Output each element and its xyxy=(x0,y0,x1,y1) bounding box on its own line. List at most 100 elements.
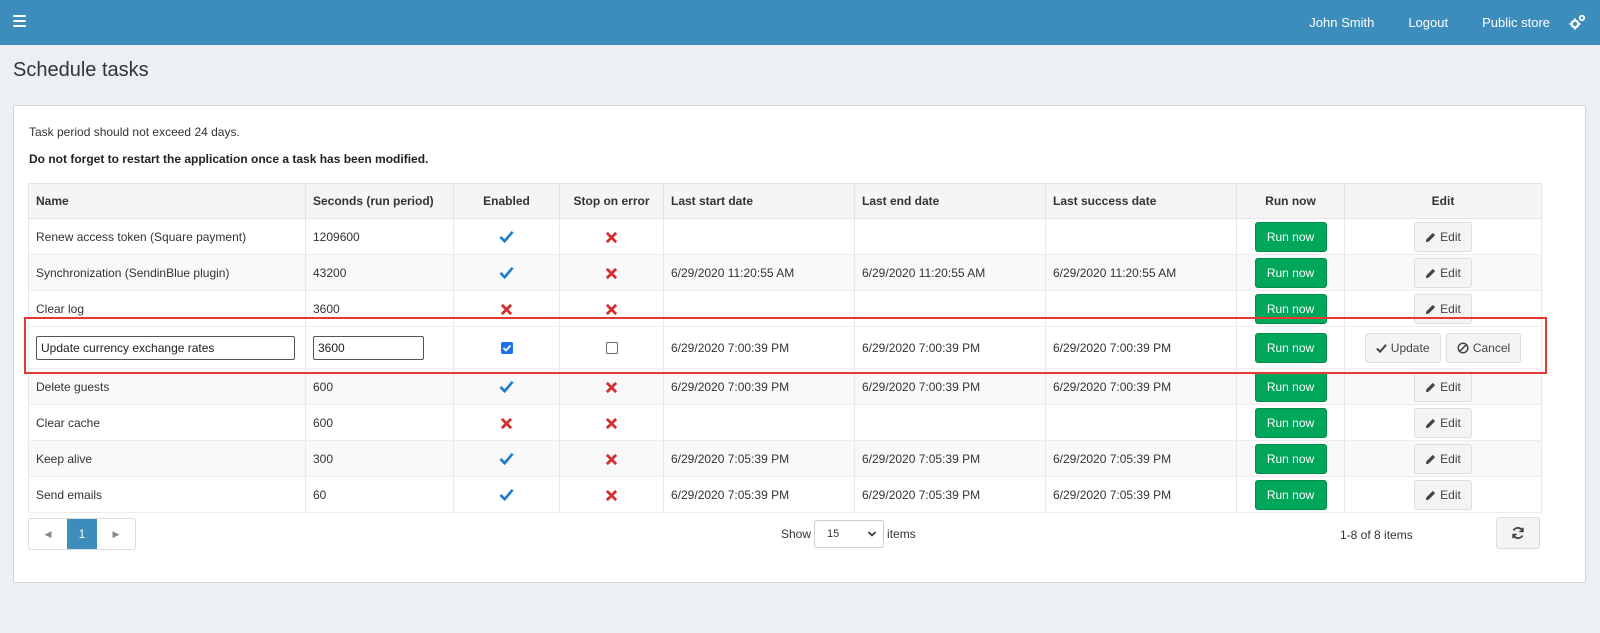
pencil-icon xyxy=(1426,304,1436,314)
table-row: Clear cache 600 Run now Edit xyxy=(28,404,1542,441)
task-name-input[interactable] xyxy=(36,335,295,360)
refresh-icon xyxy=(1512,527,1524,539)
edit-button[interactable]: Edit xyxy=(1414,479,1472,510)
column-header-enabled[interactable]: Enabled xyxy=(453,183,560,219)
hamburger-menu-icon[interactable] xyxy=(13,15,26,27)
public-store-link[interactable]: Public store xyxy=(1482,15,1550,30)
task-name: Clear cache xyxy=(28,404,306,441)
cogs-icon[interactable] xyxy=(1569,14,1586,31)
last-start-date: 6/29/2020 7:05:39 PM xyxy=(663,476,855,513)
edit-button-label: Edit xyxy=(1440,379,1461,394)
edit-button[interactable]: Edit xyxy=(1414,443,1472,474)
check-icon xyxy=(499,381,514,394)
user-name-link[interactable]: John Smith xyxy=(1309,15,1374,30)
items-label: items xyxy=(887,527,916,541)
cross-icon xyxy=(605,381,618,393)
last-success-date: 6/29/2020 7:00:39 PM xyxy=(1045,326,1237,369)
task-seconds-input[interactable] xyxy=(313,335,424,360)
cross-icon xyxy=(605,489,618,501)
column-header-name[interactable]: Name xyxy=(28,183,306,219)
check-icon xyxy=(1376,343,1387,353)
cancel-button[interactable]: Cancel xyxy=(1445,332,1522,363)
cross-icon xyxy=(605,303,618,315)
run-now-button[interactable]: Run now xyxy=(1254,293,1327,324)
pencil-icon xyxy=(1426,232,1436,242)
top-bar: John Smith Logout Public store xyxy=(0,0,1600,45)
run-now-button[interactable]: Run now xyxy=(1254,371,1327,402)
column-header-seconds[interactable]: Seconds (run period) xyxy=(305,183,454,219)
cross-icon xyxy=(500,303,513,315)
table-row: Send emails 60 6/29/2020 7:05:39 PM 6/29… xyxy=(28,476,1542,513)
run-now-button[interactable]: Run now xyxy=(1254,332,1327,363)
top-nav: John Smith Logout Public store xyxy=(1309,0,1600,45)
column-header-edit: Edit xyxy=(1344,183,1542,219)
cross-icon xyxy=(605,453,618,465)
edit-button-label: Edit xyxy=(1440,229,1461,244)
last-success-date xyxy=(1045,404,1237,441)
checkbox-check-icon xyxy=(502,345,511,353)
run-now-button[interactable]: Run now xyxy=(1254,257,1327,288)
last-start-date: 6/29/2020 11:20:55 AM xyxy=(663,254,855,291)
task-seconds: 43200 xyxy=(305,254,454,291)
run-now-button[interactable]: Run now xyxy=(1254,221,1327,252)
task-name: Renew access token (Square payment) xyxy=(28,218,306,255)
page-size-value: 15 xyxy=(827,528,840,540)
column-header-last-success[interactable]: Last success date xyxy=(1045,183,1237,219)
last-end-date xyxy=(854,404,1046,441)
last-end-date: 6/29/2020 7:05:39 PM xyxy=(854,440,1046,477)
update-button[interactable]: Update xyxy=(1364,332,1441,363)
check-icon xyxy=(499,489,514,502)
last-end-date xyxy=(854,218,1046,255)
page-title: Schedule tasks xyxy=(13,59,149,81)
page-size-select[interactable]: 15 xyxy=(814,520,885,548)
edit-button-label: Edit xyxy=(1440,415,1461,430)
prev-page-button[interactable]: ◀ xyxy=(29,519,67,549)
enabled-checkbox[interactable] xyxy=(500,342,513,355)
task-name: Clear log xyxy=(28,290,306,327)
last-end-date: 6/29/2020 11:20:55 AM xyxy=(854,254,1046,291)
column-header-last-start[interactable]: Last start date xyxy=(663,183,855,219)
table-row: Renew access token (Square payment) 1209… xyxy=(28,218,1542,255)
stop-on-error-checkbox[interactable] xyxy=(605,342,618,355)
edit-button[interactable]: Edit xyxy=(1414,221,1472,252)
column-header-run-now: Run now xyxy=(1236,183,1345,219)
ban-icon xyxy=(1457,341,1469,354)
task-name: Keep alive xyxy=(28,440,306,477)
table-header-row: Name Seconds (run period) Enabled Stop o… xyxy=(28,183,1542,219)
last-start-date: 6/29/2020 7:05:39 PM xyxy=(663,440,855,477)
column-header-stop-on-error[interactable]: Stop on error xyxy=(559,183,664,219)
task-name: Delete guests xyxy=(28,368,306,405)
pencil-icon xyxy=(1426,382,1436,392)
run-now-button[interactable]: Run now xyxy=(1254,407,1327,438)
last-start-date xyxy=(663,404,855,441)
check-icon xyxy=(499,267,514,280)
column-header-last-end[interactable]: Last end date xyxy=(854,183,1046,219)
last-end-date: 6/29/2020 7:05:39 PM xyxy=(854,476,1046,513)
last-end-date xyxy=(854,290,1046,327)
check-icon xyxy=(499,453,514,466)
pager: ◀ 1 ▶ xyxy=(28,518,136,550)
pencil-icon xyxy=(1426,418,1436,428)
logout-link[interactable]: Logout xyxy=(1408,15,1448,30)
refresh-button[interactable] xyxy=(1496,517,1540,549)
last-end-date: 6/29/2020 7:00:39 PM xyxy=(854,326,1046,369)
last-success-date: 6/29/2020 11:20:55 AM xyxy=(1045,254,1237,291)
edit-button-label: Edit xyxy=(1440,451,1461,466)
task-seconds: 60 xyxy=(305,476,454,513)
edit-button[interactable]: Edit xyxy=(1414,257,1472,288)
period-note: Task period should not exceed 24 days. xyxy=(29,125,240,139)
last-start-date xyxy=(663,218,855,255)
run-now-button[interactable]: Run now xyxy=(1254,479,1327,510)
last-end-date: 6/29/2020 7:00:39 PM xyxy=(854,368,1046,405)
items-count: 1-8 of 8 items xyxy=(1340,528,1413,542)
edit-button[interactable]: Edit xyxy=(1414,407,1472,438)
edit-button[interactable]: Edit xyxy=(1414,293,1472,324)
pencil-icon xyxy=(1426,454,1436,464)
page-number-current[interactable]: 1 xyxy=(67,519,97,549)
last-success-date xyxy=(1045,218,1237,255)
table-row: Synchronization (SendinBlue plugin) 4320… xyxy=(28,254,1542,291)
edit-button[interactable]: Edit xyxy=(1414,371,1472,402)
cross-icon xyxy=(500,417,513,429)
run-now-button[interactable]: Run now xyxy=(1254,443,1327,474)
next-page-button[interactable]: ▶ xyxy=(97,519,135,549)
